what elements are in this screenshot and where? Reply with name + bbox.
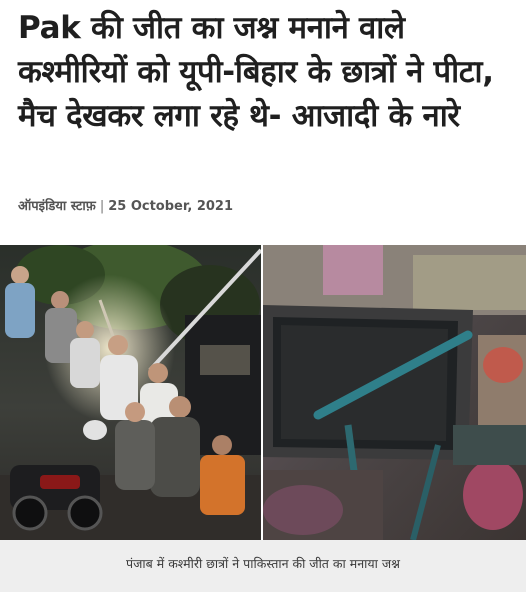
byline: ऑपइंडिया स्टाफ़ | 25 October, 2021 xyxy=(18,196,233,214)
article-headline: Pak की जीत का जश्न मनाने वाले कश्मीरियों… xyxy=(18,10,494,134)
image-caption-bar: पंजाब में कश्मीरी छात्रों ने पाकिस्तान क… xyxy=(0,540,526,592)
image-caption: पंजाब में कश्मीरी छात्रों ने पाकिस्तान क… xyxy=(126,555,400,571)
article-photo-right xyxy=(263,245,526,540)
author-name[interactable]: ऑपइंडिया स्टाफ़ xyxy=(18,199,96,214)
publish-date: 25 October, 2021 xyxy=(108,199,234,214)
byline-separator: | xyxy=(99,199,105,214)
article-photo-left xyxy=(0,245,261,540)
